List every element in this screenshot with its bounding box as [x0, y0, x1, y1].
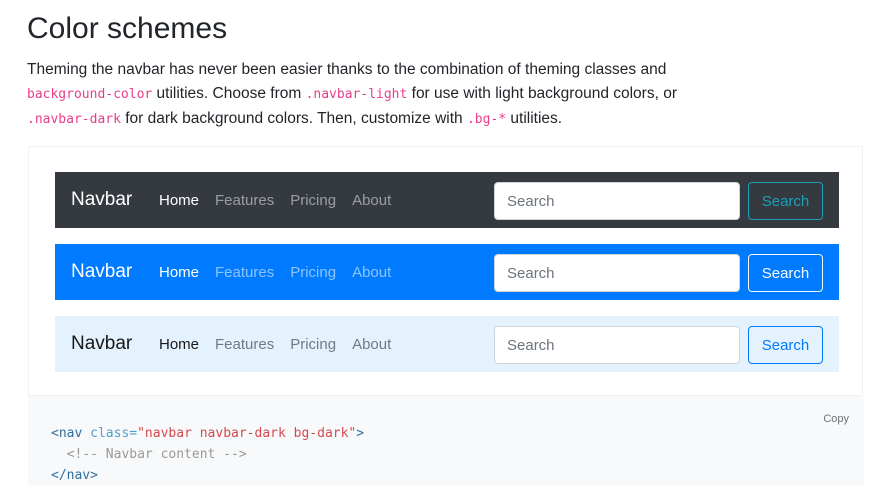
navbar-dark: Navbar Home Features Pricing About Searc… [55, 172, 839, 228]
navbar-brand[interactable]: Navbar [71, 258, 132, 286]
search-input[interactable] [494, 182, 740, 220]
intro-text: Theming the navbar has never been easier… [27, 61, 667, 78]
code-example: Copy <nav class="navbar navbar-dark bg-d… [28, 396, 864, 486]
navbar-light: Navbar Home Features Pricing About Searc… [55, 316, 839, 372]
search-button[interactable]: Search [748, 182, 823, 220]
page: Color schemes Theming the navbar has nev… [0, 0, 869, 486]
search-input[interactable] [494, 326, 740, 364]
nav-link-home[interactable]: Home [159, 264, 199, 281]
navbar-primary: Navbar Home Features Pricing About Searc… [55, 244, 839, 300]
code-snippet-navbar-dark: .navbar-dark [27, 112, 121, 127]
page-title: Color schemes [27, 12, 228, 45]
nav-link-home[interactable]: Home [159, 192, 199, 209]
code-token-bracket: > [356, 426, 365, 441]
copy-button[interactable]: Copy [823, 413, 849, 425]
code-token-bracket: < [51, 426, 59, 441]
nav-link-about[interactable]: About [352, 336, 391, 353]
nav-link-about[interactable]: About [352, 192, 391, 209]
code-token-close-tag: </nav> [51, 468, 98, 483]
navbar-links: Home Features Pricing About [159, 172, 407, 228]
intro-text: utilities. Choose from [152, 85, 306, 102]
code-snippet-navbar-light: .navbar-light [305, 87, 408, 102]
code-token-value: "navbar navbar-dark bg-dark" [137, 426, 357, 441]
code-token-comment: <!-- Navbar content --> [51, 447, 247, 462]
intro-text: for use with light background colors, or [407, 85, 677, 102]
nav-link-features[interactable]: Features [215, 264, 274, 281]
nav-link-pricing[interactable]: Pricing [290, 264, 336, 281]
nav-link-home[interactable]: Home [159, 336, 199, 353]
navbar-links: Home Features Pricing About [159, 244, 407, 300]
nav-link-pricing[interactable]: Pricing [290, 192, 336, 209]
nav-link-features[interactable]: Features [215, 336, 274, 353]
search-button[interactable]: Search [748, 326, 823, 364]
navbar-brand[interactable]: Navbar [71, 186, 132, 214]
intro-paragraph: Theming the navbar has never been easier… [27, 58, 707, 132]
intro-text: for dark background colors. Then, custom… [120, 110, 467, 127]
code-snippet-background-color: background-color [27, 87, 153, 102]
nav-link-pricing[interactable]: Pricing [290, 336, 336, 353]
nav-link-features[interactable]: Features [215, 192, 274, 209]
code-token-tag: nav [58, 426, 83, 441]
intro-text: utilities. [506, 110, 563, 127]
code-listing: <nav class="navbar navbar-dark bg-dark">… [51, 423, 364, 486]
navbar-links: Home Features Pricing About [159, 316, 407, 372]
code-snippet-bg: .bg-* [466, 112, 507, 127]
code-token-attr: class= [82, 426, 138, 441]
search-button[interactable]: Search [748, 254, 823, 292]
search-input[interactable] [494, 254, 740, 292]
navbar-brand[interactable]: Navbar [71, 330, 132, 358]
example-container: Navbar Home Features Pricing About Searc… [28, 146, 863, 396]
nav-link-about[interactable]: About [352, 264, 391, 281]
